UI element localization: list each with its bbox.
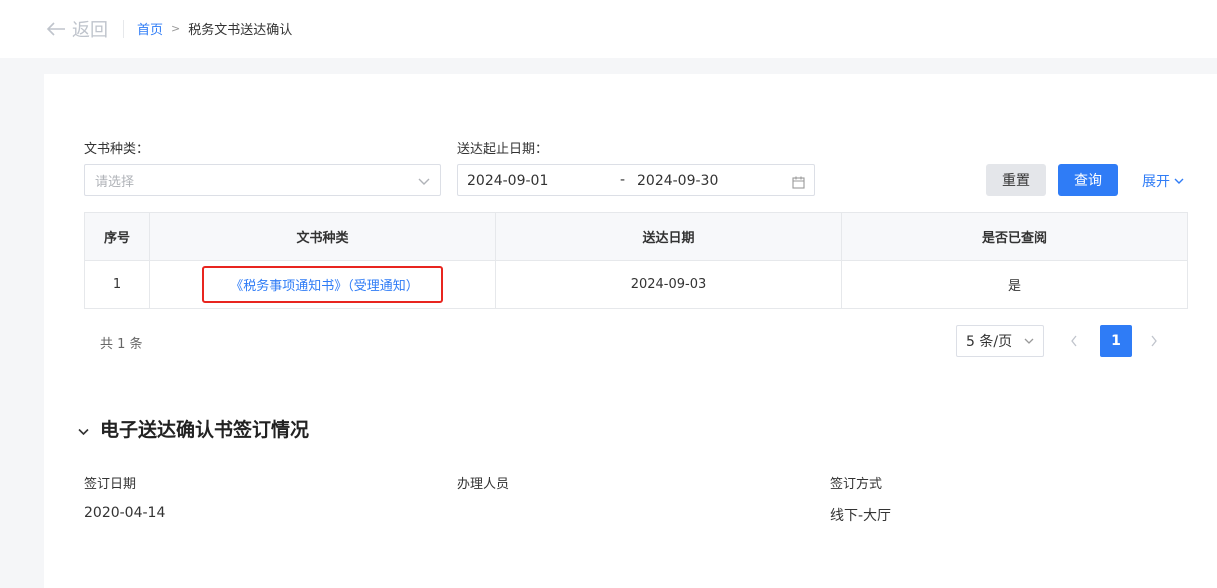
chevron-down-icon [1170, 173, 1184, 189]
date-range-label: 送达起止日期： [457, 142, 549, 157]
table-row: 1 《税务事项通知书》（受理通知） 2024-09-03 是 [85, 261, 1187, 308]
column-header-doc-type: 文书种类 [150, 213, 496, 260]
column-header-index: 序号 [85, 213, 150, 260]
next-page-button[interactable] [1150, 333, 1158, 352]
page-size-value: 5 条/页 [966, 334, 1013, 350]
calendar-icon [792, 174, 805, 193]
doc-type-label: 文书种类： [84, 142, 150, 157]
expand-toggle[interactable]: 展开 [1142, 171, 1184, 191]
cell-date: 2024-09-03 [496, 261, 842, 308]
date-end[interactable]: 2024-09-30 [637, 173, 718, 189]
back-button[interactable]: 返回 [46, 16, 108, 42]
page-size-select[interactable]: 5 条/页 [956, 325, 1044, 357]
query-button[interactable]: 查询 [1058, 164, 1118, 196]
column-header-date: 送达日期 [496, 213, 842, 260]
expand-label: 展开 [1142, 174, 1170, 190]
cell-doc-type: 《税务事项通知书》（受理通知） [150, 261, 496, 308]
total-count: 共 1 条 [100, 337, 143, 352]
date-range-picker[interactable]: 2024-09-01 - 2024-09-30 [457, 164, 815, 196]
breadcrumb-current: 税务文书送达确认 [188, 23, 293, 38]
reset-button[interactable]: 重置 [986, 164, 1046, 196]
section-collapse-toggle[interactable] [78, 421, 89, 440]
sign-date-label: 签订日期 [84, 477, 137, 492]
divider [123, 20, 124, 38]
back-label: 返回 [72, 20, 108, 41]
chevron-right-icon [1150, 333, 1158, 352]
top-bar: 返回 首页 > 税务文书送达确认 [0, 0, 1217, 58]
section-title: 电子送达确认书签订情况 [100, 419, 310, 441]
doc-type-select[interactable]: 请选择 [84, 164, 441, 196]
sign-date-value: 2020-04-14 [84, 505, 166, 521]
document-table: 序号 文书种类 送达日期 是否已查阅 1 《税务事项通知书》（受理通知） 202… [84, 212, 1188, 309]
prev-page-button[interactable] [1070, 333, 1078, 352]
main-card: 文书种类： 请选择 送达起止日期： 2024-09-01 - 2024-09-3… [44, 74, 1217, 588]
date-separator: - [620, 172, 626, 188]
cell-viewed: 是 [1007, 279, 1021, 294]
chevron-down-icon [78, 421, 89, 440]
arrow-left-icon [46, 21, 66, 37]
sign-method-value: 线下-大厅 [830, 508, 892, 524]
chevron-down-icon [418, 171, 440, 190]
handler-label: 办理人员 [457, 477, 510, 492]
breadcrumb-separator: > [171, 22, 181, 35]
breadcrumb-home[interactable]: 首页 [137, 19, 163, 38]
cell-index: 1 [85, 261, 150, 308]
doc-type-placeholder: 请选择 [95, 174, 135, 190]
doc-type-link[interactable]: 《税务事项通知书》（受理通知） [202, 266, 443, 303]
sign-method-label: 签订方式 [830, 477, 883, 492]
date-start[interactable]: 2024-09-01 [467, 173, 548, 189]
table-header: 序号 文书种类 送达日期 是否已查阅 [85, 213, 1187, 261]
breadcrumb: 首页 > 税务文书送达确认 [137, 19, 292, 38]
column-header-viewed: 是否已查阅 [981, 231, 1047, 246]
chevron-left-icon [1070, 333, 1078, 352]
page-number-button[interactable]: 1 [1100, 325, 1132, 357]
